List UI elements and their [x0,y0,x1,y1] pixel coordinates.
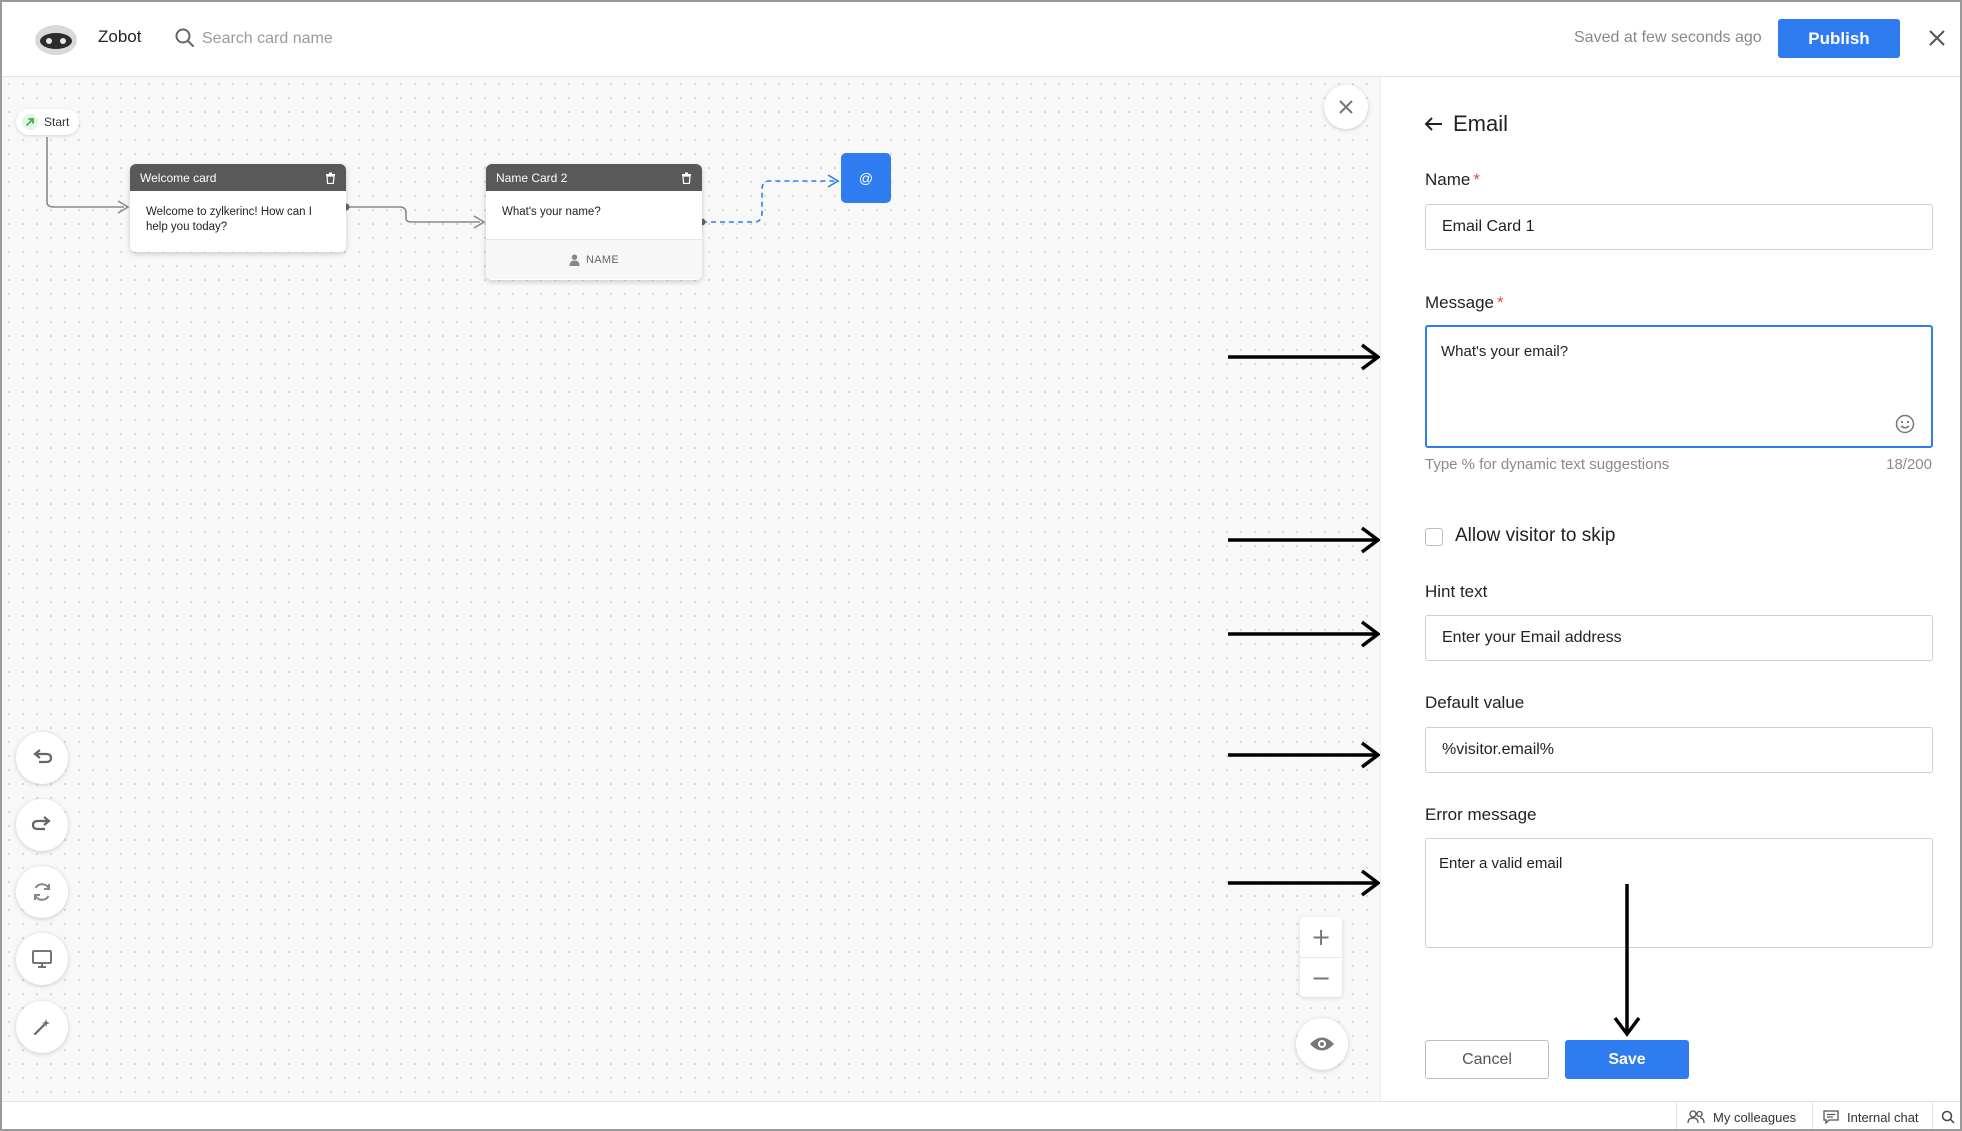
redo-icon [31,816,51,831]
save-button[interactable]: Save [1565,1040,1689,1079]
zobot-logo [35,25,77,55]
message-label: Message * [1425,293,1504,313]
bottom-search-button[interactable] [1932,1102,1960,1129]
hint-text-field[interactable]: Enter your Email address [1425,615,1933,661]
top-bar: Zobot Saved at few seconds ago Publish [2,2,1960,77]
allow-skip-checkbox[interactable] [1425,528,1443,546]
save-status-text: Saved at few seconds ago [1574,29,1762,46]
panel-title: Email [1453,111,1509,136]
name-field[interactable]: Email Card 1 [1425,204,1933,250]
my-colleagues-label: My colleagues [1713,1109,1797,1125]
annotation-arrow-down [1613,884,1641,1037]
message-value: What's your email? [1441,343,1569,360]
internal-chat-button[interactable]: Internal chat [1812,1102,1929,1129]
redo-button[interactable] [16,799,68,851]
auto-arrange-button[interactable] [16,1001,68,1053]
chat-icon [1823,1110,1839,1124]
error-message-textarea[interactable]: Enter a valid email [1425,838,1933,948]
card-footer-label: NAME [586,253,619,266]
start-label: Start [44,115,70,129]
user-icon [569,254,580,266]
annotation-arrow [1228,869,1381,897]
zoom-in-button[interactable]: + [1300,917,1342,957]
cancel-button[interactable]: Cancel [1425,1040,1549,1079]
annotation-arrow [1228,526,1381,554]
eye-icon [1310,1037,1334,1051]
my-colleagues-button[interactable]: My colleagues [1676,1102,1806,1129]
monitor-icon [32,950,52,968]
annotation-arrow [1228,741,1381,769]
magic-wand-icon [33,1019,50,1036]
default-value-label: Default value [1425,693,1525,712]
error-message-value: Enter a valid email [1439,855,1563,872]
publish-button[interactable]: Publish [1778,19,1900,58]
start-node[interactable]: Start [16,109,80,135]
close-icon[interactable] [1927,28,1947,48]
message-textarea[interactable]: What's your email? [1425,325,1933,448]
colleagues-icon [1687,1110,1705,1124]
annotation-arrow [1228,620,1381,648]
refresh-button[interactable] [16,866,68,918]
undo-icon [33,749,53,764]
refresh-icon [34,883,50,901]
back-arrow-icon[interactable] [1423,116,1443,132]
required-mark: * [1473,170,1480,189]
welcome-card[interactable]: Welcome card Welcome to zylkerinc! How c… [130,164,346,252]
emoji-icon[interactable] [1895,414,1915,434]
flow-canvas[interactable]: Start Welcome card Welcome to zylkerinc!… [2,77,1381,1101]
name-label-text: Name [1425,170,1471,189]
email-card-node[interactable]: @ [841,153,891,203]
card-title: Name Card 2 [496,170,568,185]
message-helper-text: Type % for dynamic text suggestions [1425,456,1670,473]
bottom-bar: My colleagues Internal chat [2,1101,1960,1129]
annotation-arrow [1228,343,1381,371]
rocket-icon [22,114,38,130]
canvas-close-button[interactable] [1324,85,1368,129]
internal-chat-label: Internal chat [1847,1109,1919,1125]
name-card[interactable]: Name Card 2 What's your name? NAME [486,164,702,280]
trash-icon[interactable] [681,172,692,184]
default-value-field[interactable]: %visitor.email% [1425,727,1933,773]
allow-skip-label[interactable]: Allow visitor to skip [1455,525,1616,547]
message-label-text: Message [1425,293,1494,312]
card-message: Welcome to zylkerinc! How can I help you… [146,206,312,233]
close-icon [1339,100,1353,114]
app-name: Zobot [98,27,142,46]
app-window: Zobot Saved at few seconds ago Publish [0,0,1962,1131]
zoom-controls: + − [1300,917,1342,997]
search-icon[interactable] [174,27,196,49]
required-mark: * [1496,293,1504,312]
card-title: Welcome card [140,170,217,185]
card-settings-panel: Email Name * Email Card 1 Message * What's… [1380,77,1960,1101]
zoom-out-button[interactable]: − [1300,957,1342,997]
name-label: Name * [1425,170,1480,190]
preview-button[interactable] [1296,1018,1348,1070]
card-header: Name Card 2 [486,164,702,191]
panel-header: Email [1423,111,1508,137]
undo-button[interactable] [16,732,68,784]
card-footer: NAME [486,239,702,279]
hint-text-label: Hint text [1425,582,1488,601]
trash-icon[interactable] [325,172,336,184]
search-icon [1941,1110,1955,1124]
card-message: What's your name? [502,206,601,218]
error-message-label: Error message [1425,805,1537,824]
message-char-count: 18/200 [1886,456,1932,473]
search-input[interactable] [202,24,462,54]
preview-screen-button[interactable] [16,933,68,985]
card-header: Welcome card [130,164,346,191]
